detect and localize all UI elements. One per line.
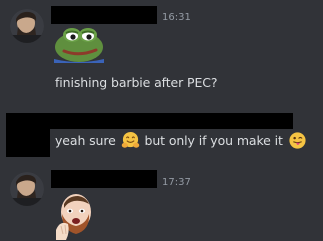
chat-message-list: 16:31 finishing barbie after PEC? yeah s…	[0, 0, 323, 241]
avatar-image	[10, 172, 44, 206]
streamer-face-sticker[interactable]	[52, 190, 98, 241]
pepe-frog-icon	[54, 28, 104, 63]
avatar-image	[10, 9, 44, 43]
avatar[interactable]	[10, 9, 44, 43]
message-timestamp: 16:31	[162, 12, 191, 23]
username-redacted[interactable]	[51, 6, 157, 24]
message-text-part: yeah sure	[55, 133, 116, 148]
username-redacted[interactable]	[6, 113, 293, 129]
streamer-face-icon	[56, 194, 91, 240]
message-text-part: but only if you make it	[144, 133, 283, 148]
username-redacted[interactable]	[51, 170, 157, 188]
message-text-with-emoji: yeah sure but only if you make it	[55, 131, 308, 150]
message-text: finishing barbie after PEC?	[55, 75, 218, 90]
avatar-redacted[interactable]	[6, 129, 50, 157]
pepe-frog-sticker[interactable]	[52, 25, 106, 63]
message-timestamp: 17:37	[162, 177, 191, 188]
hugging-face-emoji	[121, 131, 139, 148]
tongue-out-face-emoji	[289, 131, 306, 149]
avatar[interactable]	[10, 172, 44, 206]
